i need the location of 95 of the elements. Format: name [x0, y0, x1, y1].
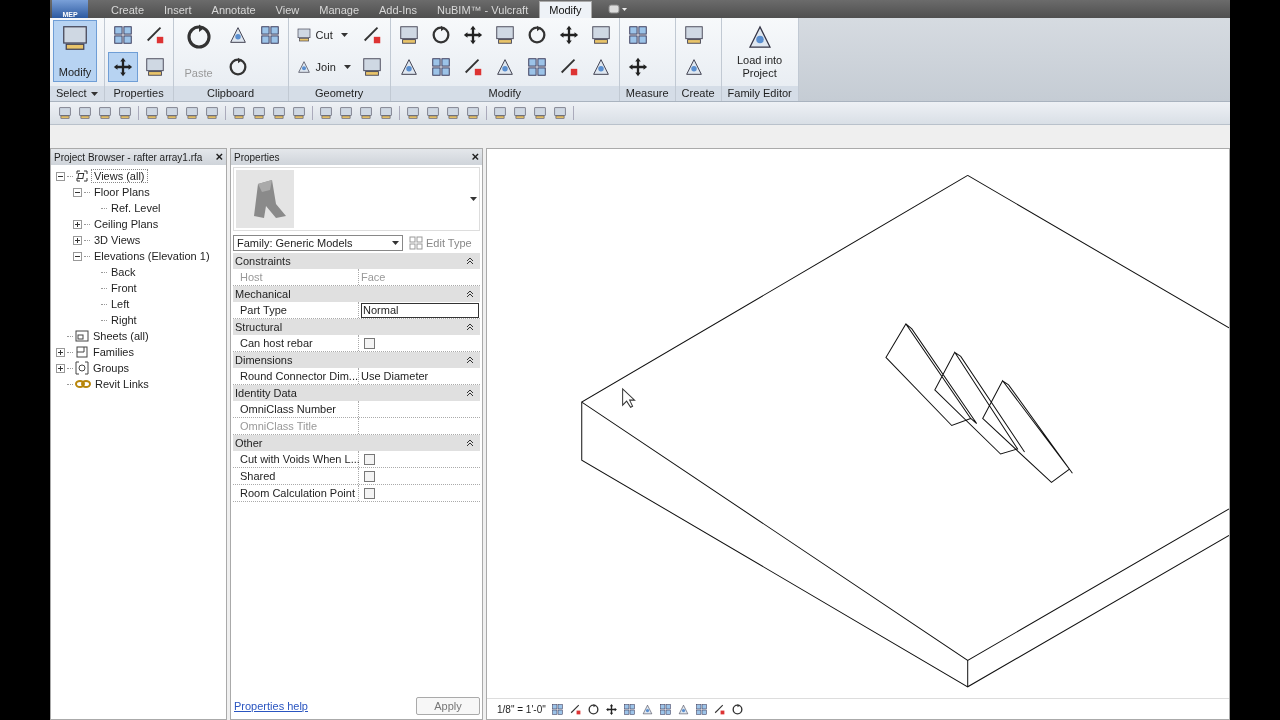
checkbox[interactable] [364, 337, 375, 349]
ribbon-tab[interactable]: Modify [539, 1, 592, 18]
collapse-icon[interactable] [466, 356, 474, 364]
property-input[interactable]: Normal [361, 302, 479, 318]
property-value: Face [361, 271, 386, 283]
group-header: Identity Data [235, 387, 297, 399]
tree-item[interactable]: Floor Plans [92, 186, 152, 198]
groups-icon [75, 361, 89, 375]
expand-icon[interactable] [73, 219, 82, 229]
panel-title: Create [681, 86, 715, 101]
panel-title: Measure [625, 86, 669, 101]
collapse-icon[interactable] [466, 389, 474, 397]
tree-item[interactable]: Elevations (Elevation 1) [92, 250, 212, 262]
caret-icon[interactable] [90, 91, 98, 96]
caret-icon [343, 65, 351, 69]
tool-icon[interactable] [604, 702, 618, 716]
tool-icon[interactable] [568, 702, 582, 716]
tool-icon[interactable] [712, 702, 726, 716]
collapse-icon[interactable] [466, 323, 474, 331]
ribbon-tab[interactable]: NuBIM™ - Vulcraft [427, 1, 538, 18]
tree-item[interactable]: Ceiling Plans [92, 218, 161, 230]
property-label: Room Calculation Point [233, 485, 359, 501]
collapse-icon[interactable] [73, 187, 82, 197]
collapse-icon[interactable] [466, 439, 474, 447]
property-label: Cut with Voids When L... [233, 451, 359, 467]
property-label: Can host rebar [233, 335, 359, 351]
property-label: Round Connector Dim... [233, 368, 359, 384]
views-icon [75, 169, 89, 183]
panel-title: Project Browser - rafter array1.rfa [54, 151, 203, 163]
property-label: OmniClass Title [233, 418, 359, 434]
panel-title: Geometry [315, 86, 364, 101]
tree-item[interactable]: Front [109, 282, 139, 294]
tree-item[interactable]: Sheets (all) [91, 330, 151, 342]
ribbon-tab[interactable]: Add-Ins [370, 1, 426, 18]
view-scale[interactable]: 1/8" = 1'-0" [497, 703, 546, 715]
tree-item[interactable]: 3D Views [92, 234, 143, 246]
tree-item[interactable]: Left [109, 298, 132, 310]
panel-title: Properties [113, 86, 164, 101]
tree-item[interactable]: Revit Links [93, 378, 151, 390]
property-label: Part Type [233, 302, 359, 318]
link-icon [75, 379, 91, 389]
type-selector[interactable]: Family: Generic Models [233, 235, 403, 251]
collapse-icon[interactable] [56, 171, 65, 181]
panel-title: Clipboard [207, 86, 255, 101]
apply-button[interactable]: Apply [416, 697, 480, 715]
collapse-icon[interactable] [466, 257, 474, 265]
checkbox[interactable] [364, 487, 375, 499]
checkbox[interactable] [364, 453, 375, 465]
group-header: Dimensions [235, 354, 293, 366]
property-label: Host [233, 269, 359, 285]
family-preview-icon [236, 170, 294, 228]
tree-item[interactable]: Families [91, 346, 136, 358]
sheets-icon [75, 329, 89, 343]
expand-icon[interactable] [73, 235, 82, 245]
tool-icon[interactable] [730, 702, 744, 716]
minimize-ribbon-icon[interactable] [607, 4, 628, 14]
edit-type-icon [409, 236, 423, 250]
group-header: Mechanical [235, 288, 291, 300]
caret-icon[interactable] [470, 197, 477, 201]
tree-item[interactable]: Back [109, 266, 138, 278]
property-label: OmniClass Number [233, 401, 359, 417]
ribbon-tab[interactable]: Manage [310, 1, 368, 18]
families-icon [75, 345, 89, 359]
ribbon-button[interactable]: Cut [291, 20, 355, 50]
tree-item[interactable]: Right [109, 314, 139, 326]
collapse-icon[interactable] [73, 251, 82, 261]
tree-item[interactable]: Groups [91, 362, 132, 374]
ribbon-button[interactable]: Join [291, 52, 355, 82]
panel-title: Modify [488, 86, 521, 101]
checkbox[interactable] [364, 470, 375, 482]
close-button[interactable]: × [471, 150, 479, 164]
tree-item[interactable]: Ref. Level [109, 202, 163, 214]
expand-icon[interactable] [56, 347, 65, 357]
ribbon-button[interactable]: Modify [53, 20, 97, 82]
close-button[interactable]: × [215, 150, 223, 164]
ribbon-tab[interactable]: Insert [155, 1, 201, 18]
ribbon-button[interactable]: Load into Project [724, 20, 795, 82]
panel-title: Family Editor [727, 86, 792, 101]
collapse-icon[interactable] [466, 290, 474, 298]
tool-icon[interactable] [586, 702, 600, 716]
tree-item[interactable]: Views (all) [91, 169, 148, 183]
ribbon-tab[interactable]: View [266, 1, 309, 18]
caret-icon [392, 241, 399, 245]
caret-icon [340, 33, 348, 37]
group-header: Structural [235, 321, 283, 333]
group-header: Other [235, 437, 263, 449]
property-label: Shared [233, 468, 359, 484]
expand-icon[interactable] [56, 363, 65, 373]
panel-title: Properties [234, 151, 280, 163]
group-header: Constraints [235, 255, 291, 267]
property-value: Use Diameter [361, 370, 429, 382]
ribbon-tab[interactable]: Annotate [202, 1, 265, 18]
ribbon-tab[interactable]: Create [102, 1, 154, 18]
edit-type-button[interactable]: Edit Type [409, 236, 472, 250]
help-link[interactable]: Properties help [234, 700, 308, 712]
